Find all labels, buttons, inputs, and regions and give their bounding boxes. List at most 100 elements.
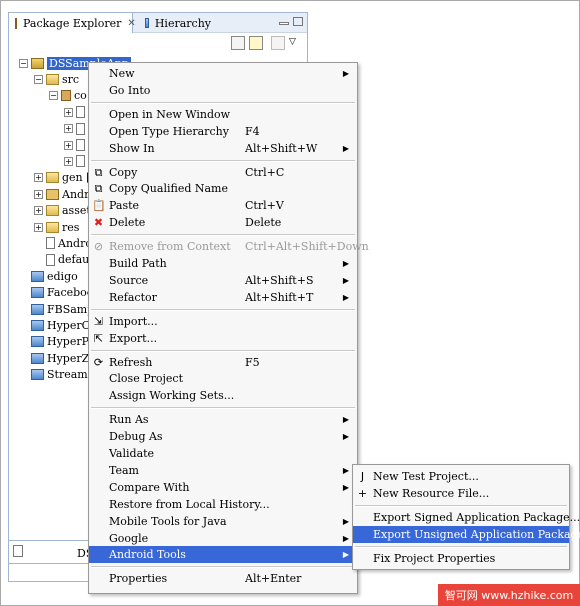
tree-item[interactable]: edigo — [19, 268, 78, 284]
collapse-icon[interactable]: − — [34, 74, 43, 84]
menu-item-show-in[interactable]: Show In Alt+Shift+W ▶ — [89, 140, 357, 157]
tree-item[interactable]: FBSampl — [19, 301, 98, 317]
menu-item-label: Team — [109, 463, 139, 477]
filter-icon[interactable] — [271, 36, 285, 50]
menu-item-android-tools[interactable]: Android Tools ▶ — [89, 546, 357, 564]
menu-item-refactor[interactable]: Refactor Alt+Shift+T ▶ — [89, 289, 357, 306]
menu-item-label: New Test Project... — [373, 470, 479, 483]
close-icon[interactable]: ✕ — [127, 18, 135, 29]
submenu-arrow-icon: ▶ — [342, 533, 349, 543]
tab-hierarchy[interactable]: Hierarchy — [139, 13, 217, 33]
menu-item-build-path[interactable]: Build Path ▶ — [89, 255, 357, 272]
menu-item-fix-project-properties[interactable]: Fix Project Properties — [353, 550, 569, 567]
menu-separator — [91, 234, 355, 237]
menu-item-validate[interactable]: Validate — [89, 445, 357, 462]
menu-item-debug-as[interactable]: Debug As ▶ — [89, 428, 357, 445]
link-with-editor-icon[interactable] — [249, 36, 263, 50]
maximize-icon[interactable] — [293, 17, 303, 26]
menu-item-shortcut: Alt+Shift+S — [245, 273, 314, 287]
tree-item[interactable]: + asset — [34, 203, 91, 219]
tab-label: Package Explorer — [23, 16, 122, 30]
expand-icon[interactable]: + — [34, 206, 43, 216]
expand-icon[interactable]: + — [64, 124, 73, 134]
tree-item[interactable]: + Andro — [34, 186, 96, 202]
tree-item[interactable]: + — [64, 104, 88, 120]
tree-item-label: src — [62, 72, 80, 86]
menu-item-run-as[interactable]: Run As ▶ — [89, 411, 357, 428]
menu-item-compare-with[interactable]: Compare With ▶ — [89, 479, 357, 496]
tree-item-label: edigo — [47, 269, 78, 283]
menu-item-label: Import... — [109, 314, 158, 328]
menu-item-close-project[interactable]: Close Project — [89, 370, 357, 387]
expand-icon[interactable]: + — [34, 222, 43, 232]
expand-icon[interactable]: + — [64, 107, 73, 117]
menu-item-shortcut: Ctrl+C — [245, 165, 285, 179]
tree-item[interactable]: HyperZo — [19, 350, 96, 366]
menu-item-label: Compare With — [109, 480, 190, 494]
tree-item[interactable]: + — [64, 153, 88, 169]
menu-item-new-resource-file[interactable]: + New Resource File... — [353, 485, 569, 502]
menu-item-copy[interactable]: ⧉ Copy Ctrl+C — [89, 164, 357, 181]
tree-item[interactable]: − co — [49, 88, 87, 104]
menu-item-google[interactable]: Google ▶ — [89, 530, 357, 547]
menu-item-go-into[interactable]: Go Into — [89, 82, 357, 99]
refresh-icon: ⟳ — [93, 355, 104, 369]
tab-package-explorer[interactable]: Package Explorer ✕ — [9, 13, 136, 33]
menu-item-copy-qualified-name[interactable]: ⧉ Copy Qualified Name — [89, 180, 357, 197]
import-icon: ⇲ — [93, 314, 104, 328]
menu-item-paste[interactable]: 📋 Paste Ctrl+V — [89, 197, 357, 214]
tree-item[interactable]: Andro — [34, 235, 92, 251]
menu-item-delete[interactable]: ✖ Delete Delete — [89, 214, 357, 231]
menu-item-team[interactable]: Team ▶ — [89, 462, 357, 479]
menu-item-source[interactable]: Source Alt+Shift+S ▶ — [89, 272, 357, 289]
collapse-icon[interactable]: − — [49, 91, 58, 101]
tree-item[interactable]: StreamF — [19, 367, 95, 383]
closed-project-icon — [31, 369, 44, 381]
menu-item-properties[interactable]: Properties Alt+Enter — [89, 570, 357, 587]
menu-item-label: Export Unsigned Application Package... — [373, 527, 580, 541]
expand-icon[interactable]: + — [64, 156, 73, 166]
menu-item-export[interactable]: ⇱ Export... — [89, 330, 357, 347]
collapse-icon[interactable]: − — [19, 58, 28, 68]
menu-separator — [91, 566, 355, 569]
menu-item-label: Build Path — [109, 257, 167, 270]
tree-item[interactable]: − src — [34, 71, 79, 87]
expand-icon[interactable]: + — [64, 140, 73, 150]
menu-item-label: Validate — [109, 447, 155, 460]
tree-item[interactable]: + — [64, 121, 88, 137]
menu-item-new[interactable]: New ▶ — [89, 65, 357, 82]
resource-file-icon: + — [357, 486, 368, 500]
menu-item-shortcut: Alt+Shift+T — [245, 290, 314, 304]
menu-item-open-type-hierarchy[interactable]: Open Type Hierarchy F4 — [89, 123, 357, 140]
tree-item[interactable]: Faceboo — [19, 285, 93, 301]
copy-qualified-icon: ⧉ — [94, 182, 103, 196]
tree-item[interactable]: + res — [34, 219, 79, 235]
menu-item-export-unsigned-application-package[interactable]: Export Unsigned Application Package... — [353, 525, 580, 543]
tree-item[interactable]: + — [64, 137, 88, 153]
context-menu: New ▶ Go Into Open in New Window Open Type H… — [88, 62, 369, 594]
hierarchy-icon — [145, 18, 149, 28]
menu-item-label: Close Project — [109, 372, 183, 386]
menu-item-assign-working-sets[interactable]: Assign Working Sets... — [89, 387, 357, 404]
menu-item-export-signed-application-package[interactable]: Export Signed Application Package... — [353, 509, 580, 526]
menu-item-mobile-tools-for-java[interactable]: Mobile Tools for Java ▶ — [89, 513, 357, 530]
menu-item-import[interactable]: ⇲ Import... — [89, 313, 357, 330]
tree-item[interactable]: defau — [34, 252, 89, 268]
menu-item-open-in-new-window[interactable]: Open in New Window — [89, 106, 357, 123]
menu-item-restore-from-local-history[interactable]: Restore from Local History... — [89, 496, 357, 513]
test-project-icon: J — [360, 470, 365, 483]
expand-icon[interactable]: + — [34, 189, 43, 199]
minimize-icon[interactable] — [279, 22, 289, 25]
folder-icon — [46, 172, 59, 184]
collapse-all-icon[interactable] — [231, 36, 245, 50]
view-menu-chevron-down-icon[interactable]: ▽ — [289, 36, 303, 50]
menu-item-refresh[interactable]: ⟳ Refresh F5 — [89, 354, 357, 371]
folder-icon — [46, 73, 59, 85]
java-file-icon — [76, 122, 85, 135]
expand-icon[interactable]: + — [34, 173, 43, 183]
tree-item[interactable]: HyperCa — [19, 317, 97, 333]
menu-item-new-test-project[interactable]: J New Test Project... — [353, 468, 569, 485]
menu-item-label: Show In — [109, 141, 155, 155]
